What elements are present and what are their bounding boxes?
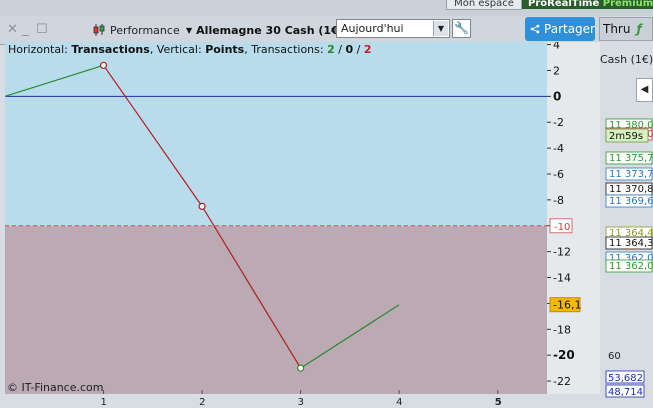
side-price-value: 11 369,6 <box>609 196 653 207</box>
share-icon <box>530 24 540 34</box>
performance-label: Performance <box>110 23 180 37</box>
reference-label: -10 <box>554 222 570 233</box>
side-price-value: 11 370,8 <box>609 184 653 195</box>
legend-vertical-value: Points <box>205 43 245 56</box>
equity-chart: Horizontal: Transactions, Vertical: Poin… <box>5 42 547 394</box>
legend-transactions-label: , Transactions: <box>244 43 324 56</box>
share-button[interactable]: Partager <box>525 17 595 41</box>
y-tick-label: -14 <box>553 272 571 285</box>
x-tick-label: 3 <box>297 397 304 408</box>
trade-point <box>99 61 108 69</box>
copyright-text: © IT-Finance.com <box>7 381 104 394</box>
legend-sep: / <box>338 43 342 56</box>
y-tick-label: -12 <box>553 246 571 259</box>
maximize-window-icon[interactable]: ☐ <box>36 23 48 36</box>
legend-horizontal-label: Horizontal: <box>8 43 68 56</box>
legend-count-win: 2 <box>327 43 335 56</box>
side-price-value: 11 373,7 <box>609 169 653 180</box>
legend-count-zero: 0 <box>345 43 354 56</box>
candlestick-icon <box>93 24 105 36</box>
legend-vertical-label: , Vertical: <box>149 43 202 56</box>
side-scale-label: 60 <box>608 351 621 362</box>
side-panel: 11 380,011 379,011 375,711 373,711 370,8… <box>600 44 653 407</box>
platform-badge: ProRealTime Premium <box>522 0 653 9</box>
platform-tier: Premium <box>602 0 653 9</box>
side-instrument-label: Cash (1€) <box>600 53 653 66</box>
y-tick-label: 0 <box>553 89 561 103</box>
y-tick-label: -20 <box>553 348 575 362</box>
trade-point <box>198 202 206 210</box>
side-price-value: 11 364,3 <box>609 238 653 249</box>
side-expand-icon[interactable]: ◀ <box>636 78 653 102</box>
wrench-icon[interactable]: 🔧 <box>452 19 471 38</box>
thru-button[interactable]: Thru ƒ <box>599 17 653 41</box>
y-tick-label: -22 <box>553 375 571 388</box>
equity-chart-svg <box>5 42 547 394</box>
last-value-label: -16,1 <box>553 299 581 312</box>
platform-name: ProRealTime <box>528 0 600 9</box>
x-tick-label: 4 <box>396 397 403 408</box>
period-select[interactable]: Aujourd'hui ▼ <box>336 19 450 38</box>
y-axis: 420-2-4-6-8-10-12-14-16-18-20-22-10-16,1 <box>547 39 600 394</box>
side-bottom-value: 48,714 <box>608 387 643 398</box>
legend-horizontal-value: Transactions <box>71 43 150 56</box>
y-tick-label: -4 <box>553 142 564 155</box>
instrument-label: Allemagne 30 Cash (1€) <box>196 23 344 37</box>
side-timer: 2m59s <box>609 131 643 142</box>
x-tick-label: 5 <box>494 397 502 408</box>
y-tick-label: -2 <box>553 116 564 129</box>
legend-sep: / <box>356 43 361 56</box>
thru-label: Thru <box>603 22 631 36</box>
side-price-value: 11 375,7 <box>609 153 653 164</box>
formula-icon: ƒ <box>636 22 642 36</box>
y-tick-label: -18 <box>553 323 571 336</box>
y-tick-label: 2 <box>553 64 560 77</box>
y-tick-label: 4 <box>553 42 560 52</box>
upper-zone <box>5 42 547 226</box>
mon-espace-button[interactable]: Mon espace <box>446 0 522 10</box>
minimize-window-icon[interactable]: _ <box>22 23 29 36</box>
y-tick-label: -8 <box>553 194 564 207</box>
performance-button[interactable]: Performance <box>92 20 180 40</box>
chart-legend: Horizontal: Transactions, Vertical: Poin… <box>8 43 371 56</box>
y-tick-label: -6 <box>553 168 564 181</box>
lower-zone <box>5 225 547 394</box>
x-tick-label: 2 <box>199 397 206 408</box>
x-tick-label: 1 <box>100 397 107 408</box>
period-value: Aujourd'hui <box>341 22 404 35</box>
legend-count-loss: 2 <box>363 43 372 56</box>
side-bottom-value: 53,682 <box>608 373 643 384</box>
caret-down-icon: ▼ <box>186 25 193 35</box>
dropdown-arrow-icon[interactable]: ▼ <box>433 21 448 36</box>
y-axis-svg: 420-2-4-6-8-10-12-14-16-18-20-22-10-16,1 <box>547 39 581 388</box>
instrument-selector[interactable]: ▼ Allemagne 30 Cash (1€) <box>186 20 344 40</box>
close-window-icon[interactable]: ✕ <box>7 23 18 36</box>
share-label: Partager <box>544 22 595 36</box>
side-price-value: 11 362,0 <box>609 261 653 272</box>
x-axis: 1 2 3 4 5 <box>5 394 600 408</box>
trade-point <box>297 364 305 372</box>
